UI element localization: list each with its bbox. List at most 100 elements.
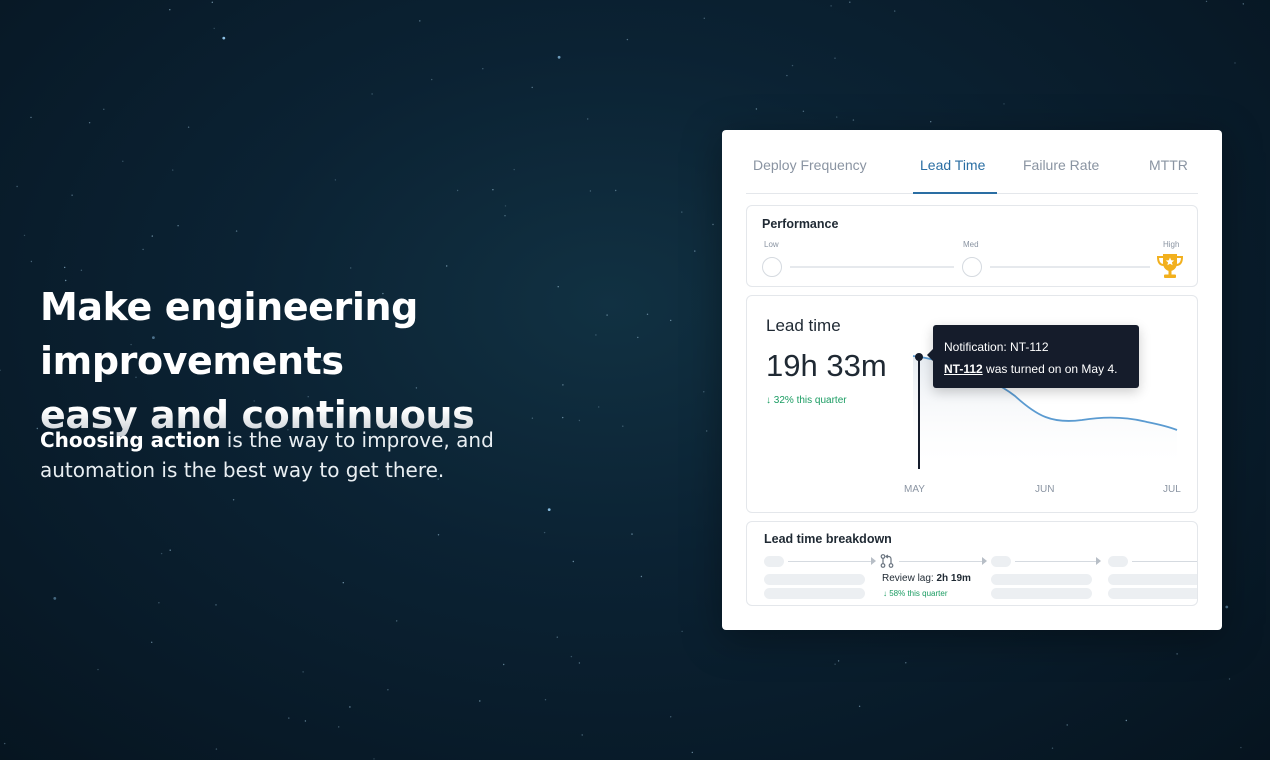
star [288, 717, 290, 719]
performance-panel: Performance Low Med High [746, 205, 1198, 287]
tooltip-title: Notification: NT-112 [944, 340, 1049, 354]
stage-bar-placeholder [764, 588, 865, 599]
star [16, 185, 18, 188]
star [578, 662, 581, 664]
star [834, 663, 836, 665]
stage-pill-placeholder [1108, 556, 1128, 567]
tooltip-text: was turned on on May 4. [982, 362, 1118, 376]
star [172, 169, 174, 171]
tab-failure-rate[interactable]: Failure Rate [1023, 157, 1099, 173]
star [387, 689, 389, 691]
lead-time-value: 19h 33m [766, 348, 887, 383]
star [373, 758, 375, 760]
star [446, 265, 448, 267]
star [755, 108, 758, 110]
stage-connector [899, 561, 983, 562]
star [80, 269, 83, 271]
stage-arrow [1096, 557, 1101, 565]
star [837, 660, 840, 662]
star [894, 10, 896, 12]
star [544, 699, 547, 701]
pull-request-icon [880, 554, 894, 568]
star [53, 597, 57, 600]
star [88, 122, 91, 124]
star [211, 1, 213, 3]
review-lag-delta: ↓ 58% this quarter [883, 589, 948, 598]
star [419, 20, 421, 22]
star [169, 549, 171, 551]
stage-arrow [871, 557, 876, 565]
star [492, 189, 494, 191]
star [97, 668, 99, 671]
star [213, 27, 215, 30]
star [834, 57, 836, 59]
star [830, 5, 832, 7]
star [122, 160, 124, 162]
performance-title: Performance [762, 217, 839, 231]
level-track-med-high [990, 266, 1150, 268]
star [504, 205, 507, 207]
star [836, 116, 838, 118]
star [615, 189, 617, 192]
star [531, 86, 533, 89]
star [71, 194, 73, 196]
star [30, 116, 32, 119]
star [151, 641, 153, 643]
hero-subtitle-emphasis: Choosing action [40, 428, 221, 452]
star [556, 636, 558, 638]
star [350, 267, 352, 269]
star [151, 235, 153, 237]
star [3, 742, 6, 745]
review-lag-label: Review lag: [882, 573, 937, 584]
star [215, 604, 217, 606]
star [626, 38, 629, 41]
star [703, 17, 705, 19]
stage-pill-placeholder [991, 556, 1011, 567]
level-track-low-med [790, 266, 954, 268]
star [570, 655, 573, 658]
star [0, 369, 1, 371]
tab-lead-time[interactable]: Lead Time [920, 157, 985, 173]
star [849, 1, 851, 3]
star [1066, 724, 1068, 726]
star [338, 726, 340, 728]
stage-bar-placeholder [1108, 588, 1197, 599]
star [479, 700, 481, 702]
star [169, 9, 171, 11]
star [160, 552, 163, 555]
level-label-low: Low [764, 240, 779, 249]
stage-bar-placeholder [764, 574, 865, 585]
stage-bar-placeholder [991, 574, 1092, 585]
star [504, 215, 506, 217]
star [1205, 0, 1208, 3]
month-label-jun: JUN [1035, 484, 1055, 495]
star [158, 602, 160, 604]
star [858, 705, 861, 707]
star [142, 248, 144, 251]
review-lag-stat: Review lag: 2h 19m [882, 573, 971, 584]
tab-deploy-frequency[interactable]: Deploy Frequency [753, 157, 867, 173]
star [36, 427, 38, 430]
lead-time-breakdown-panel: Lead time breakdown Review lag: 2h 19m ↓… [746, 521, 1198, 606]
star [187, 126, 190, 128]
star [235, 230, 238, 232]
level-marker-med [962, 257, 982, 277]
level-label-high: High [1163, 240, 1180, 249]
lead-time-title: Lead time [766, 316, 841, 335]
star [572, 560, 574, 563]
star [589, 190, 592, 192]
notification-link[interactable]: NT-112 [944, 362, 983, 376]
star [23, 234, 26, 237]
trophy-icon [1156, 254, 1184, 278]
star [640, 575, 643, 578]
star [437, 534, 440, 536]
star [543, 531, 546, 534]
tab-mttr[interactable]: MTTR [1149, 157, 1188, 173]
stage-connector [788, 561, 872, 562]
star [791, 64, 794, 67]
star [547, 508, 551, 511]
star [587, 118, 589, 120]
star [1051, 747, 1054, 749]
active-tab-indicator [913, 192, 997, 194]
metrics-card: Deploy Frequency Lead Time Failure Rate … [722, 130, 1222, 630]
